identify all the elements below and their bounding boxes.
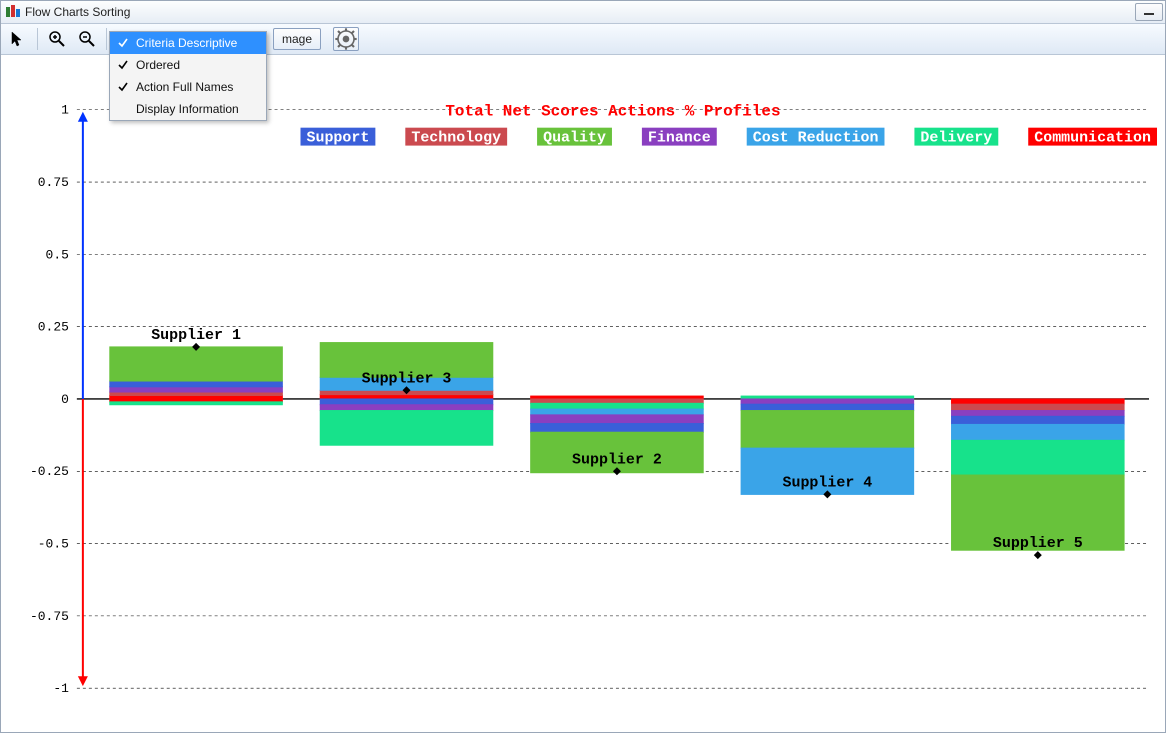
image-button-partial[interactable]: mage	[273, 28, 321, 50]
y-tick-label: 0	[61, 392, 69, 407]
image-button-label-partial: mage	[282, 32, 312, 46]
bar-segment	[320, 405, 493, 411]
zoom-out-button[interactable]	[74, 26, 100, 52]
bar-segment	[741, 411, 914, 449]
y-tick-label: 0.25	[38, 320, 69, 335]
legend-label: Quality	[543, 131, 606, 147]
supplier-label: Supplier 5	[993, 536, 1083, 552]
bar-segment	[952, 424, 1125, 440]
settings-button[interactable]	[333, 27, 359, 51]
check-icon	[118, 82, 128, 92]
bar-segment	[320, 411, 493, 446]
bar-segment	[531, 399, 704, 403]
chart-canvas[interactable]: -1 -0.75 -0.5 -0.25 0 0.25 0.5 0.75 1 Total Net S…	[11, 55, 1159, 728]
bar-segment	[110, 402, 283, 405]
bar-segment	[320, 395, 493, 399]
menu-item-label: Criteria Descriptive	[136, 36, 237, 50]
app-window: Flow Charts Sorting	[0, 0, 1166, 733]
legend-label: Support	[307, 131, 370, 147]
options-menu-item[interactable]: Action Full Names	[110, 76, 266, 98]
zoom-in-button[interactable]	[44, 26, 70, 52]
y-tick-label: -0.75	[30, 609, 69, 624]
bar-segment	[952, 440, 1125, 475]
legend-label: Delivery	[920, 131, 992, 147]
legend-label: Finance	[648, 131, 711, 147]
chart-title: Total Net Scores Actions % Profiles	[445, 103, 780, 121]
minimize-button[interactable]	[1135, 3, 1163, 21]
supplier-label: Supplier 2	[572, 452, 662, 468]
menu-check-gutter	[110, 38, 136, 48]
bar-segment	[531, 403, 704, 409]
bar-segment	[531, 415, 704, 424]
bar-segment	[110, 387, 283, 392]
app-icon	[5, 4, 21, 20]
bar-segment	[531, 424, 704, 433]
titlebar: Flow Charts Sorting	[1, 1, 1165, 24]
window-title: Flow Charts Sorting	[25, 5, 130, 19]
options-menu-item[interactable]: Criteria Descriptive	[110, 32, 266, 54]
bar-segment	[110, 381, 283, 387]
chart-area: -1 -0.75 -0.5 -0.25 0 0.25 0.5 0.75 1 Total Net S…	[11, 55, 1159, 728]
zoom-out-icon	[78, 30, 96, 48]
bar-segment	[952, 399, 1125, 404]
y-tick-label: -0.5	[38, 537, 69, 552]
minimize-icon	[1144, 13, 1154, 15]
y-tick-label: -0.25	[30, 464, 69, 479]
bar-segment	[531, 409, 704, 415]
supplier-label: Supplier 3	[362, 371, 452, 387]
options-menu: Criteria Descriptive Ordered Action Full N…	[109, 31, 267, 121]
legend-label: Technology	[411, 131, 501, 147]
bar-segment	[110, 392, 283, 395]
supplier-label: Supplier 4	[782, 475, 872, 491]
y-tick-label: -1	[53, 681, 69, 696]
legend-label: Communication	[1034, 131, 1151, 147]
y-tick-label: 0.5	[46, 247, 69, 262]
window-controls	[1135, 3, 1163, 21]
data-marker	[1034, 551, 1042, 559]
check-icon	[118, 60, 128, 70]
pointer-tool-button[interactable]	[5, 26, 31, 52]
options-menu-item[interactable]: Ordered	[110, 54, 266, 76]
options-menu-item[interactable]: Display Information	[110, 98, 266, 120]
bar-segment	[110, 395, 283, 398]
bar-segment	[741, 399, 914, 404]
bar-segment	[952, 411, 1125, 417]
menu-item-label: Action Full Names	[136, 80, 233, 94]
gear-icon	[334, 27, 358, 51]
bar-segment	[320, 399, 493, 405]
menu-item-label: Display Information	[136, 102, 239, 116]
menu-check-gutter	[110, 82, 136, 92]
bar-segment	[952, 404, 1125, 410]
legend-label: Cost Reduction	[753, 131, 879, 147]
supplier-label: Supplier 1	[151, 328, 241, 344]
zoom-in-icon	[48, 30, 66, 48]
toolbar-separator	[106, 28, 107, 50]
check-icon	[118, 38, 128, 48]
toolbar-separator	[37, 28, 38, 50]
menu-item-label: Ordered	[136, 58, 180, 72]
menu-check-gutter	[110, 60, 136, 70]
bar-segment	[952, 416, 1125, 424]
bar-segment	[741, 404, 914, 410]
y-tick-label: 0.75	[38, 175, 69, 190]
y-tick-label: 1	[61, 103, 69, 118]
pointer-icon	[9, 30, 27, 48]
bar-segment	[110, 347, 283, 381]
